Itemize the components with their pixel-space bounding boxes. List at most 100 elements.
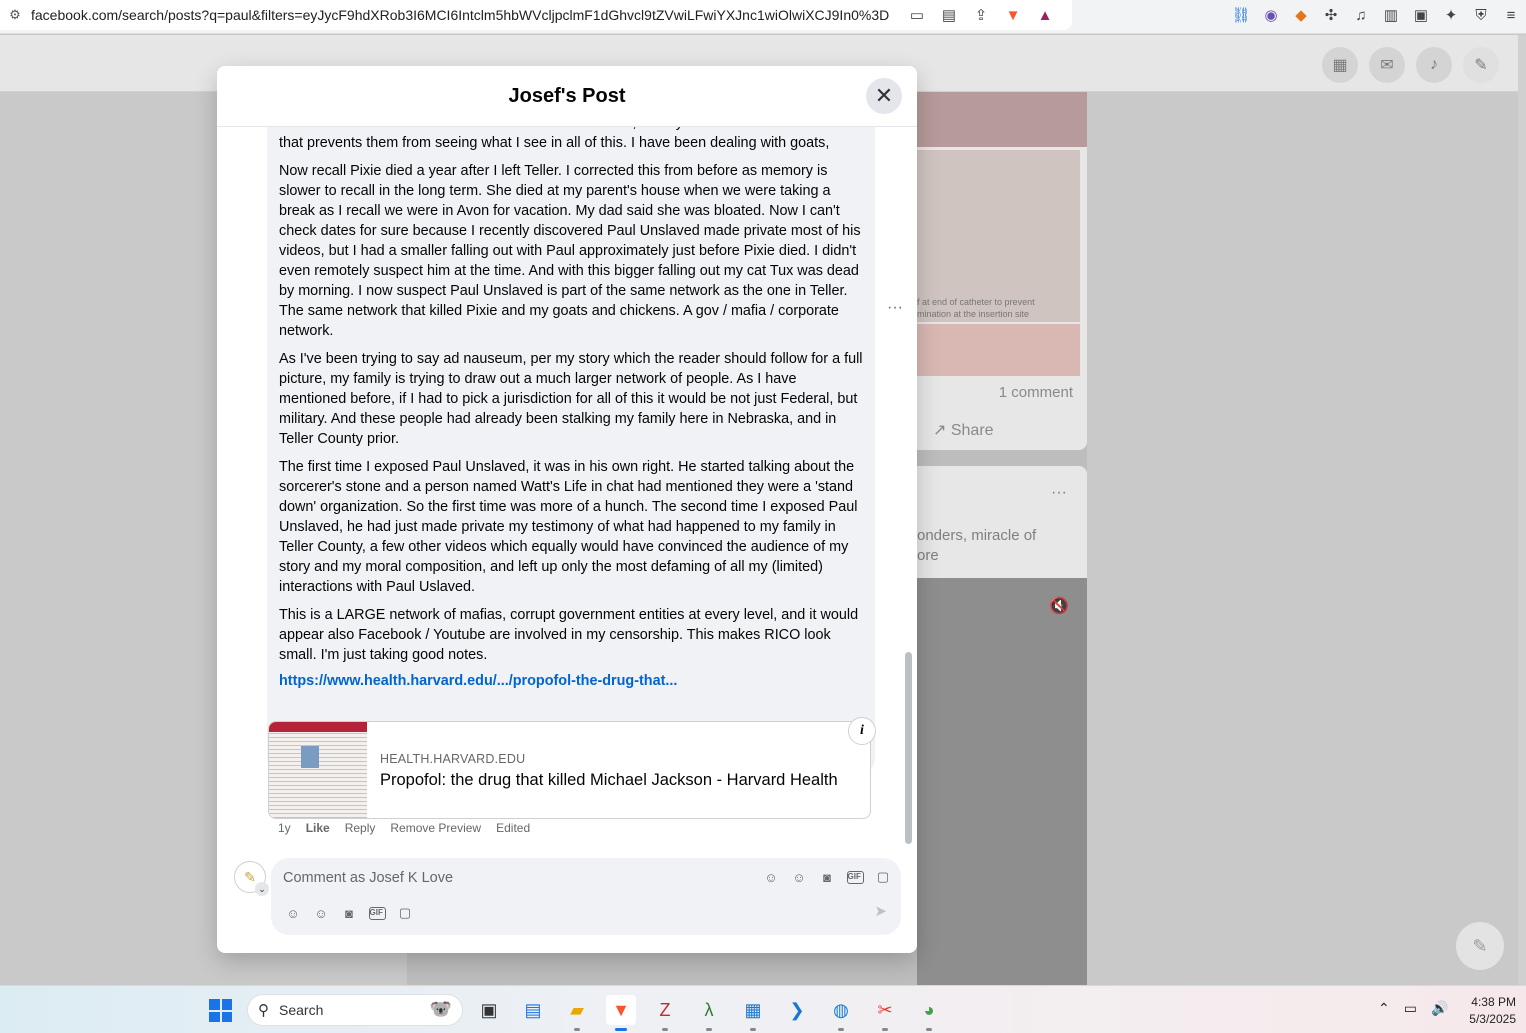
emoji-icon[interactable]: ☺ [789, 867, 809, 887]
url-text[interactable]: facebook.com/search/posts?q=paul&filters… [31, 7, 891, 23]
start-button[interactable] [209, 999, 232, 1022]
menu-grid-icon[interactable]: ▦ [1322, 47, 1358, 83]
clock-date: 5/3/2025 [1469, 1012, 1516, 1026]
music-icon[interactable]: ♫ [1350, 5, 1372, 25]
comment-more-options[interactable]: ··· [887, 299, 903, 317]
info-icon[interactable]: i [848, 717, 876, 745]
share-button[interactable]: ↗ Share [933, 420, 994, 440]
dialog-header: Josef's Post ✕ [217, 66, 917, 127]
file-explorer-icon[interactable]: ▰ [562, 995, 592, 1031]
notifications-bell-icon[interactable]: ♪ [1416, 47, 1452, 83]
comment-timestamp[interactable]: 1y [278, 821, 291, 835]
wallet-icon[interactable]: ▣ [1410, 5, 1432, 25]
preview-title[interactable]: Propofol: the drug that killed Michael J… [380, 771, 838, 790]
gif-icon[interactable]: GIF [367, 903, 387, 923]
send-icon[interactable]: ➤ [874, 902, 887, 920]
image-caption-line: f at end of catheter to prevent [917, 297, 1035, 307]
sidebar-icon[interactable]: ▥ [1380, 5, 1402, 25]
site-settings-icon[interactable]: ⚙ [3, 7, 27, 23]
brave-rewards-icon[interactable]: ▲ [1034, 5, 1056, 25]
share-icon[interactable]: ⇪ [970, 5, 992, 25]
reply-button[interactable]: Reply [345, 821, 376, 835]
search-label: Search [279, 1002, 324, 1018]
profile-avatar[interactable]: ✎ [1463, 47, 1499, 83]
emoji-icon[interactable]: ☺ [311, 903, 331, 923]
comment-paragraph: As I've been trying to say ad nauseum, p… [279, 351, 863, 447]
background-video: 🔇 [917, 578, 1087, 985]
menu-icon[interactable]: ≡ [1500, 5, 1522, 25]
search-highlight-icon: 🐨 [429, 999, 452, 1019]
app-lambda-icon[interactable]: λ [694, 995, 724, 1031]
dialog-title: Josef's Post [508, 84, 626, 107]
gif-icon[interactable]: GIF [845, 867, 865, 887]
camera-icon[interactable]: ◙ [817, 867, 837, 887]
image-caption-line: mination at the insertion site [917, 309, 1030, 319]
comment-bubble: most common causes of death for normal c… [267, 127, 875, 776]
taskbar-search[interactable]: ⚲ Search 🐨 [247, 994, 463, 1026]
chevron-down-icon[interactable]: ⌄ [255, 882, 269, 896]
background-post-card: f at end of catheter to prevent mination… [917, 92, 1087, 450]
leo-ai-icon[interactable]: ✦ [1440, 5, 1462, 25]
post-dialog: Josef's Post ✕ most common causes of dea… [217, 66, 917, 953]
link-extension-icon[interactable]: ⛓ [1230, 5, 1252, 25]
windows-taskbar: ⚲ Search 🐨 ▣ ▤ ▰ ▼ Z λ ▦ ❯ ◍ ✂ ◕ ⌃ ▭ 🔊 4… [0, 985, 1526, 1033]
background-post-card-2: ··· onders, miracle of ore [917, 466, 1087, 578]
notepad-icon[interactable]: ▦ [738, 995, 768, 1031]
like-button[interactable]: Like [306, 821, 330, 835]
commenter-avatar[interactable]: ✎ ⌄ [234, 861, 269, 896]
comment-paragraph: The first time I exposed Paul Unslaved, … [279, 459, 858, 595]
cast-icon[interactable]: ▭ [906, 5, 928, 25]
snipping-tool-icon[interactable]: ✂ [870, 995, 900, 1031]
brave-browser-icon[interactable]: ▼ [606, 995, 636, 1031]
mute-icon[interactable]: 🔇 [1049, 596, 1069, 616]
tray-chevron-up-icon[interactable]: ⌃ [1378, 1000, 1390, 1017]
volume-icon[interactable]: 🔊 [1431, 1000, 1448, 1017]
more-options-icon[interactable]: ··· [1051, 484, 1067, 502]
post-snippet: onders, miracle of [917, 527, 1037, 544]
sticker-icon[interactable]: ▢ [873, 867, 893, 887]
vscode-icon[interactable]: ❯ [782, 995, 812, 1025]
metamask-icon[interactable]: ◆ [1290, 5, 1312, 25]
comment-paragraph: most common causes of death for normal c… [279, 127, 841, 151]
clock-time: 4:38 PM [1471, 995, 1516, 1009]
article-link[interactable]: https://www.health.harvard.edu/.../propo… [279, 673, 863, 689]
vpn-shield-icon[interactable]: ⛨ [1470, 5, 1492, 25]
comment-input[interactable] [283, 868, 743, 888]
comment-composer: ☺ ☺ ◙ GIF ▢ ☺ ☺ ◙ GIF ▢ ➤ [271, 858, 901, 935]
taskbar-clock[interactable]: 4:38 PM 5/3/2025 [1469, 994, 1516, 1028]
sticker-icon[interactable]: ▢ [395, 903, 415, 923]
task-view-icon[interactable]: ▣ [474, 995, 504, 1025]
brave-shields-icon[interactable]: ▼ [1002, 5, 1024, 25]
post-image: f at end of catheter to prevent mination… [917, 150, 1080, 322]
link-preview-card[interactable]: HEALTH.HARVARD.EDU Propofol: the drug th… [268, 721, 871, 819]
messenger-icon[interactable]: ✉ [1369, 47, 1405, 83]
share-label: Share [950, 422, 994, 439]
network-icon[interactable]: ▭ [1404, 1000, 1417, 1017]
camera-icon[interactable]: ◙ [339, 903, 359, 923]
filezilla-icon[interactable]: Z [650, 995, 680, 1031]
dialog-scrollbar[interactable] [905, 652, 912, 844]
preview-domain: HEALTH.HARVARD.EDU [380, 752, 526, 766]
edited-label[interactable]: Edited [496, 821, 530, 835]
avatar-sticker-icon[interactable]: ☺ [283, 903, 303, 923]
post-snippet: ore [917, 547, 939, 564]
close-button[interactable]: ✕ [866, 78, 902, 114]
new-message-button[interactable]: ✎ [1456, 922, 1504, 970]
browser-toolbar: ⚙ facebook.com/search/posts?q=paul&filte… [0, 0, 1526, 34]
page-scrollbar[interactable] [1518, 35, 1526, 985]
globe-app-icon[interactable]: ◕ [914, 995, 944, 1031]
extensions-puzzle-icon[interactable]: ✣ [1320, 5, 1342, 25]
widgets-icon[interactable]: ▤ [518, 995, 548, 1025]
comment-count[interactable]: 1 comment [999, 384, 1073, 401]
comment-paragraph: This is a LARGE network of mafias, corru… [279, 607, 859, 663]
address-bar[interactable]: ⚙ facebook.com/search/posts?q=paul&filte… [0, 0, 1072, 30]
avatar-sticker-icon[interactable]: ☺ [761, 867, 781, 887]
reader-icon[interactable]: ▤ [938, 5, 960, 25]
search-icon: ⚲ [258, 1002, 269, 1019]
video-controls-bar [917, 92, 1087, 147]
extension-icon[interactable]: ◉ [1260, 5, 1282, 25]
edge-browser-icon[interactable]: ◍ [826, 995, 856, 1031]
remove-preview-button[interactable]: Remove Preview [390, 821, 481, 835]
comment-paragraph: Now recall Pixie died a year after I lef… [279, 163, 861, 339]
comment-actions: 1y Like Reply Remove Preview Edited [278, 821, 530, 835]
